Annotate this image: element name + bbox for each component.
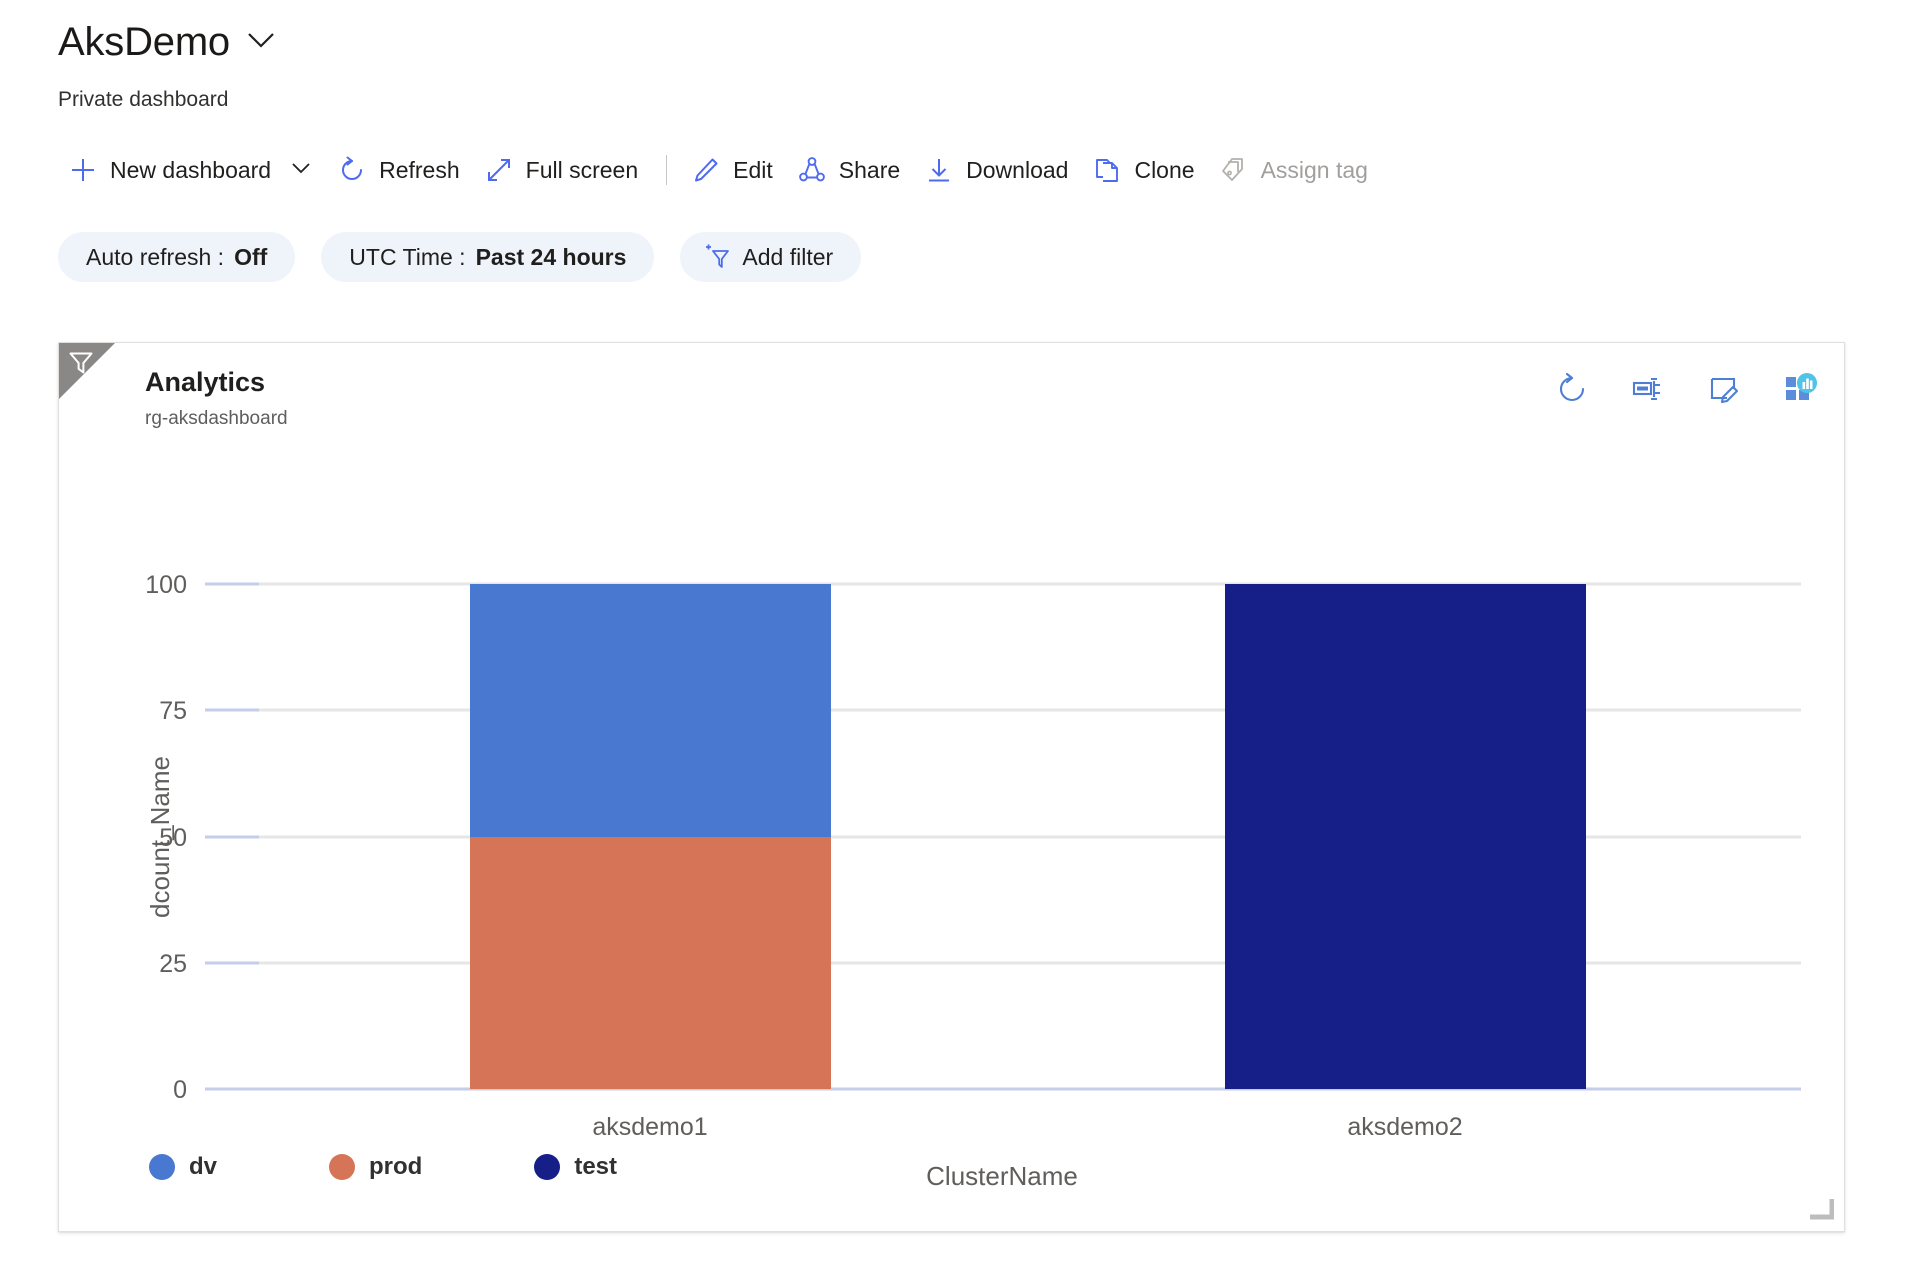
y-tick-label: 75 — [159, 697, 187, 725]
full-screen-button[interactable]: Full screen — [474, 148, 652, 192]
x-tick-label: aksdemo2 — [1347, 1113, 1462, 1141]
auto-refresh-value: Off — [234, 244, 267, 271]
y-tick-label: 0 — [173, 1076, 187, 1104]
y-axis-label: dcount_Name — [145, 756, 175, 918]
x-tick-labels: aksdemo1 aksdemo2 — [592, 1113, 1462, 1141]
y-tick-label: 25 — [159, 950, 187, 978]
tile-filter-corner — [59, 343, 115, 399]
time-range-pill[interactable]: UTC Time : Past 24 hours — [321, 232, 654, 282]
share-label: Share — [839, 157, 900, 184]
dashboard-subtitle: Private dashboard — [58, 88, 228, 112]
application-insights-icon[interactable] — [1780, 369, 1820, 409]
add-filter-pill[interactable]: Add filter — [680, 232, 861, 282]
new-dashboard-label: New dashboard — [110, 157, 271, 184]
analytics-tile[interactable]: Analytics rg-aksdashboard — [58, 342, 1845, 1232]
refresh-icon[interactable] — [1552, 369, 1592, 409]
fullscreen-arrows-icon — [484, 155, 514, 185]
resize-handle-icon[interactable] — [1798, 1185, 1834, 1221]
edit-label: Edit — [733, 157, 773, 184]
pencil-icon — [691, 155, 721, 185]
refresh-label: Refresh — [379, 157, 460, 184]
refresh-icon — [337, 155, 367, 185]
chart-area: 100 75 50 25 0 dcount_Name aksdemo1 aksd… — [59, 443, 1846, 1233]
chart-axis-ticks — [205, 584, 259, 963]
customize-tile-icon[interactable] — [1628, 369, 1668, 409]
download-button[interactable]: Download — [914, 148, 1082, 192]
legend-swatch-prod — [329, 1154, 355, 1180]
tile-subtitle: rg-aksdashboard — [145, 409, 288, 428]
y-tick-label: 100 — [145, 571, 187, 599]
copy-pages-icon — [1092, 155, 1122, 185]
chevron-down-icon[interactable] — [244, 23, 278, 62]
legend-item-prod[interactable]: prod — [329, 1153, 422, 1181]
dashboard-title-row[interactable]: AksDemo — [58, 22, 278, 62]
assign-tag-button: Assign tag — [1209, 148, 1382, 192]
legend-label-dv: dv — [189, 1153, 217, 1181]
bar-segment-aksdemo2-test[interactable] — [1225, 584, 1586, 1089]
bar-segment-aksdemo1-prod[interactable] — [470, 837, 831, 1089]
legend-item-dv[interactable]: dv — [149, 1153, 217, 1181]
dashboard-page: AksDemo Private dashboard New dashboard … — [0, 0, 1918, 1267]
tile-action-bar — [1552, 369, 1820, 409]
clone-button[interactable]: Clone — [1082, 148, 1208, 192]
page-title: AksDemo — [58, 22, 230, 62]
command-bar: New dashboard Refresh Fu — [58, 148, 1382, 192]
edit-query-icon[interactable] — [1704, 369, 1744, 409]
legend-label-test: test — [574, 1153, 617, 1181]
assign-tag-label: Assign tag — [1261, 157, 1368, 184]
legend-swatch-test — [534, 1154, 560, 1180]
plus-icon — [68, 155, 98, 185]
time-range-value: Past 24 hours — [476, 244, 627, 271]
download-label: Download — [966, 157, 1068, 184]
add-filter-label: Add filter — [742, 244, 833, 271]
edit-button[interactable]: Edit — [681, 148, 787, 192]
add-filter-funnel-icon — [702, 242, 732, 272]
toolbar-divider — [666, 155, 667, 185]
legend-item-test[interactable]: test — [534, 1153, 617, 1181]
share-button[interactable]: Share — [787, 148, 914, 192]
x-tick-label: aksdemo1 — [592, 1113, 707, 1141]
tags-icon — [1219, 155, 1249, 185]
chevron-down-icon[interactable] — [289, 155, 313, 185]
legend-label-prod: prod — [369, 1153, 422, 1181]
filter-pill-bar: Auto refresh : Off UTC Time : Past 24 ho… — [58, 232, 861, 282]
bar-segment-aksdemo1-dv[interactable] — [470, 584, 831, 837]
legend-swatch-dv — [149, 1154, 175, 1180]
chart-legend: dv prod test — [149, 1153, 729, 1181]
new-dashboard-button[interactable]: New dashboard — [58, 148, 327, 192]
refresh-button[interactable]: Refresh — [327, 148, 474, 192]
share-nodes-icon — [797, 155, 827, 185]
download-arrow-icon — [924, 155, 954, 185]
full-screen-label: Full screen — [526, 157, 638, 184]
auto-refresh-pill[interactable]: Auto refresh : Off — [58, 232, 295, 282]
time-range-prefix: UTC Time : — [349, 244, 465, 271]
tile-title: Analytics — [145, 369, 265, 396]
clone-label: Clone — [1134, 157, 1194, 184]
auto-refresh-prefix: Auto refresh : — [86, 244, 224, 271]
x-axis-label: ClusterName — [926, 1161, 1078, 1191]
stacked-bar-chart[interactable]: 100 75 50 25 0 dcount_Name aksdemo1 aksd… — [59, 443, 1846, 1233]
